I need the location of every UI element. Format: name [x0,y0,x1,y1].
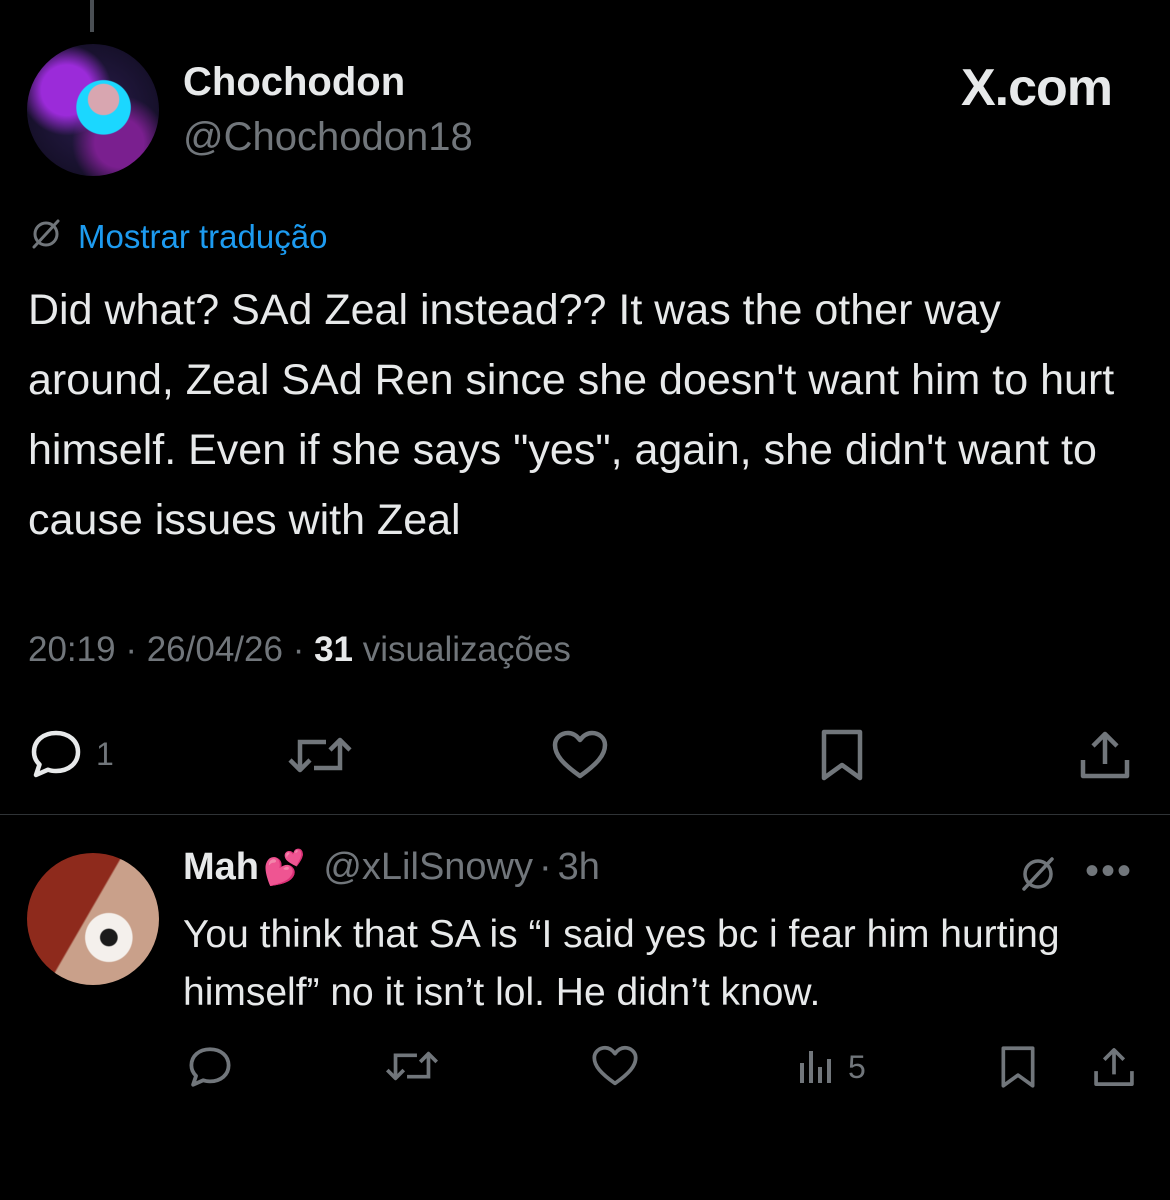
views-label: visualizações [362,630,571,669]
reply-actions: 5 [0,1045,1170,1095]
post-date[interactable]: 26/04/26 [147,630,283,669]
share-icon [1092,1045,1136,1089]
bookmark-icon [998,1045,1038,1089]
repost-icon [384,1045,440,1087]
repost-button[interactable] [286,730,354,780]
reply-icon [28,728,84,780]
reply-text: You think that SA is “I said yes bc i fe… [183,913,1060,1014]
translate-icon[interactable] [1017,853,1059,900]
show-translation-link[interactable]: Mostrar tradução [28,216,327,257]
repost-button[interactable] [384,1045,440,1087]
more-options-icon[interactable]: ••• [1085,851,1133,891]
like-button[interactable] [551,730,609,780]
meta-separator: · [292,630,305,669]
reply-author-name[interactable]: Mah [183,846,259,889]
reply-author-handle[interactable]: @xLilSnowy [323,846,533,889]
meta-separator: · [125,630,137,669]
share-icon [1078,728,1132,782]
post-actions: 1 [0,728,1170,784]
like-button[interactable] [591,1045,639,1087]
reply-button[interactable]: 1 [28,728,114,780]
reply-icon [186,1045,234,1089]
post-time[interactable]: 20:19 [28,630,116,669]
hearts-emoji: 💕 [263,848,306,887]
author-avatar[interactable] [27,44,159,176]
views-count: 5 [848,1048,866,1085]
author-handle[interactable]: @Chochodon18 [183,115,473,160]
bookmark-button[interactable] [818,728,866,782]
share-button[interactable] [1078,728,1132,782]
author-name[interactable]: Chochodon [183,60,405,105]
reply-time[interactable]: 3h [558,846,600,889]
thread-line [90,0,94,32]
reply-count: 1 [96,735,114,772]
x-com-logo: X.com [960,59,1113,117]
bookmark-icon [818,728,866,782]
divider [0,814,1170,815]
translate-icon [28,216,64,257]
bookmark-button[interactable] [998,1045,1038,1089]
heart-icon [551,730,609,780]
post-text: Did what? SAd Zeal instead?? It was the … [28,286,1115,544]
views-button[interactable]: 5 [796,1047,866,1087]
reply-author-avatar[interactable] [27,853,159,985]
reply-button[interactable] [186,1045,234,1089]
views-count: 31 [314,630,354,669]
share-button[interactable] [1092,1045,1136,1089]
post-meta: 20:19 · 26/04/26 · 31 visualizações [28,630,571,670]
heart-icon [591,1045,639,1087]
bar-chart-icon [796,1047,836,1087]
reply-separator: · [539,846,552,888]
reply-header: Mah 💕 @xLilSnowy · 3h [183,846,600,889]
repost-icon [286,730,354,780]
show-translation-label[interactable]: Mostrar tradução [78,218,327,256]
